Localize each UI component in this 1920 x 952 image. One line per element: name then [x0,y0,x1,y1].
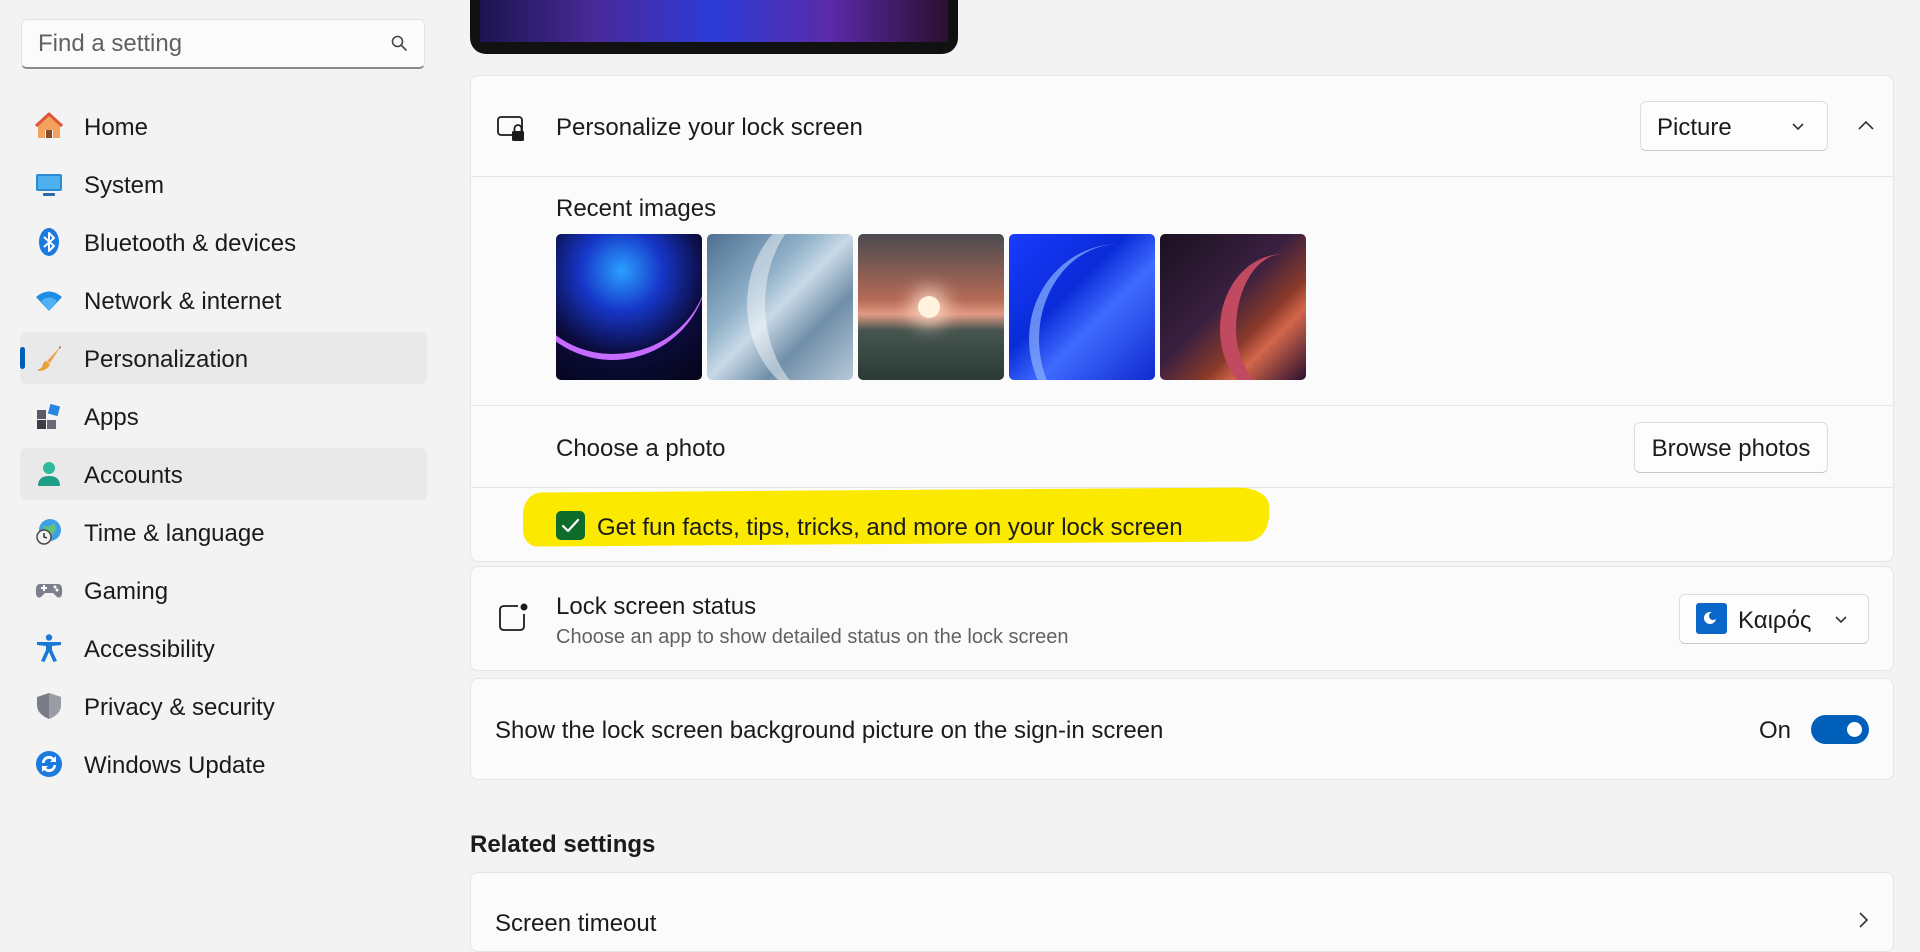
choose-photo-label: Choose a photo [556,435,726,462]
chevron-right-icon [1859,912,1869,928]
sidebar-item-windows-update[interactable]: Windows Update [20,738,427,790]
home-icon [34,112,64,138]
sidebar-item-label: Privacy & security [84,694,275,721]
status-title: Lock screen status [556,593,757,620]
sidebar-item-label: Apps [84,404,139,431]
sidebar-item-label: Home [84,114,149,141]
divider [471,176,1893,177]
recent-images-label: Recent images [556,195,717,222]
personalize-header-row[interactable]: Personalize your lock screen Picture [471,76,1893,176]
signin-background-toggle[interactable] [1811,715,1869,744]
sidebar-item-label: Accessibility [84,636,215,663]
sidebar-item-privacy-security[interactable]: Privacy & security [20,680,427,732]
sidebar-item-label: Network & internet [84,288,282,315]
lock-screen-mode-dropdown[interactable]: Picture [1640,101,1828,151]
sidebar-item-system[interactable]: System [20,158,427,210]
sidebar-item-label: Windows Update [84,752,266,779]
sidebar-item-accounts[interactable]: Accounts [20,448,427,500]
search-icon[interactable] [390,34,408,52]
recent-image-5[interactable] [1160,234,1306,380]
search-box[interactable] [21,19,425,69]
bloom-arc [556,234,702,360]
bluetooth-icon [39,228,59,256]
sidebar-item-time-language[interactable]: Time & language [20,506,427,558]
selection-indicator [20,347,25,369]
sidebar-item-label: Personalization [84,346,249,373]
toggle-knob [1847,722,1862,737]
shield-icon [37,693,61,719]
sidebar-nav: Home System Bluetooth & devices Network … [20,100,427,796]
paintbrush-icon [37,346,61,371]
chevron-up-icon[interactable] [1857,117,1875,135]
sidebar-item-bluetooth[interactable]: Bluetooth & devices [20,216,427,268]
gamepad-icon [35,584,63,598]
accessibility-icon [37,634,61,662]
browse-photos-label: Browse photos [1651,435,1811,462]
signin-background-card[interactable]: Show the lock screen background picture … [470,678,1894,780]
weather-app-icon [1696,603,1727,634]
personalize-label: Personalize your lock screen [556,114,863,141]
lock-screen-icon [497,116,524,141]
recent-image-4[interactable] [1009,234,1155,380]
toggle-state-label: On [1759,717,1792,744]
sidebar-item-home[interactable]: Home [20,100,427,152]
sidebar-item-apps[interactable]: Apps [20,390,427,442]
wifi-icon [36,291,62,311]
swirl-shape [1220,254,1306,380]
sidebar-item-personalization[interactable]: Personalization [20,332,427,384]
status-app-icon [499,603,528,631]
sidebar-item-label: Accounts [84,462,183,489]
apps-icon [37,403,61,429]
sidebar-item-label: Bluetooth & devices [84,230,297,257]
screen-timeout-label: Screen timeout [495,910,657,937]
dropdown-value: Καιρός [1738,607,1812,634]
status-subtitle: Choose an app to show detailed status on… [556,626,1069,648]
sidebar-item-label: System [84,172,165,199]
fun-facts-label[interactable]: Get fun facts, tips, tricks, and more on… [597,514,1183,542]
globe-clock-icon [36,519,61,545]
sidebar-item-gaming[interactable]: Gaming [20,564,427,616]
divider [471,405,1893,406]
chevron-down-icon [1835,616,1847,624]
person-icon [38,462,60,486]
ribbon-shape [747,234,853,380]
search-input[interactable] [36,20,380,68]
recent-image-1[interactable] [556,234,702,380]
status-app-dropdown[interactable]: Καιρός [1679,594,1869,644]
monitor-icon [36,174,62,196]
browse-photos-button[interactable]: Browse photos [1634,422,1828,473]
sidebar-item-network[interactable]: Network & internet [20,274,427,326]
checkmark-icon [561,518,580,533]
update-icon [36,751,62,777]
screen-timeout-row[interactable]: Screen timeout [470,872,1894,952]
sidebar-item-label: Time & language [84,520,265,547]
fun-facts-checkbox[interactable] [556,511,585,540]
recent-image-3[interactable] [858,234,1004,380]
sidebar-item-accessibility[interactable]: Accessibility [20,622,427,674]
related-settings-title: Related settings [470,831,656,858]
recent-image-2[interactable] [707,234,853,380]
lock-screen-preview [470,0,958,54]
signin-background-label: Show the lock screen background picture … [495,717,1164,744]
bloom-petal [1029,244,1155,380]
chevron-down-icon [1792,123,1804,131]
sidebar-item-label: Gaming [84,578,169,605]
preview-image [480,0,948,42]
dropdown-value: Picture [1657,114,1732,141]
sun-glow [918,296,940,318]
lock-screen-status-card[interactable]: Lock screen status Choose an app to show… [470,566,1894,671]
